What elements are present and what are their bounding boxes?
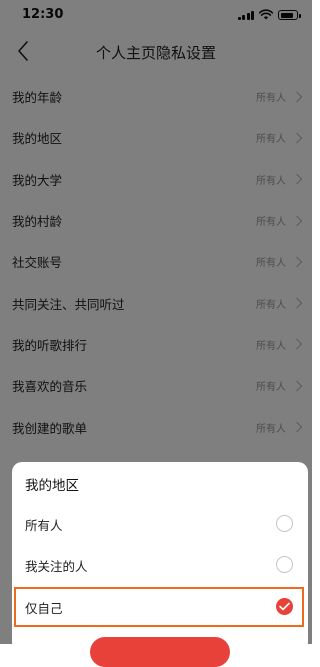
radio-checked-icon[interactable]: [276, 598, 293, 615]
confirm-button[interactable]: [90, 637, 230, 667]
option-label: 所有人: [25, 517, 63, 533]
sheet-title: 我的地区: [25, 478, 79, 494]
option-everyone[interactable]: 所有人: [12, 504, 308, 544]
radio-unchecked-icon[interactable]: [276, 515, 293, 532]
privacy-settings-screen: 12:30 个人主页隐私设置 我的年龄所有人我的地区所有人我的大学所有人我的村龄…: [0, 0, 312, 667]
checkmark-icon: [279, 602, 290, 611]
option-following[interactable]: 我关注的人: [12, 545, 308, 585]
radio-unchecked-icon[interactable]: [276, 556, 293, 573]
region-privacy-sheet: 我的地区 所有人 我关注的人 仅自己: [12, 462, 308, 667]
option-only-me[interactable]: 仅自己: [12, 587, 308, 627]
option-label: 我关注的人: [25, 558, 88, 574]
option-label: 仅自己: [25, 600, 63, 616]
